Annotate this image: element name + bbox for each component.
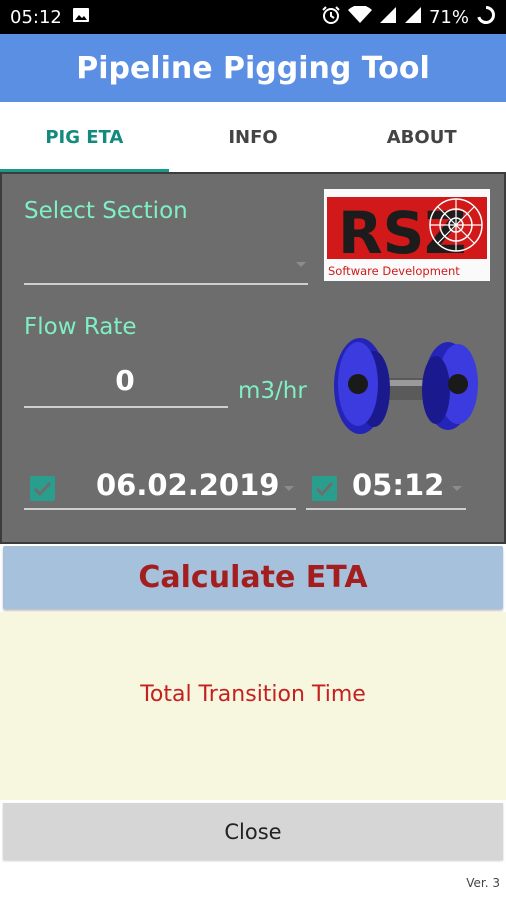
battery-icon bbox=[476, 5, 496, 30]
total-transition-time-label: Total Transition Time bbox=[140, 682, 366, 707]
flow-rate-label: Flow Rate bbox=[24, 314, 137, 340]
app-title: Pipeline Pigging Tool bbox=[76, 50, 430, 86]
alarm-icon bbox=[321, 5, 341, 30]
date-dropdown-caret-icon bbox=[284, 486, 294, 491]
status-bar: 05:12 71% bbox=[0, 0, 506, 34]
tab-bar: PIG ETA INFO ABOUT bbox=[0, 102, 506, 172]
time-dropdown-caret-icon bbox=[452, 486, 462, 491]
wifi-icon bbox=[347, 4, 372, 29]
status-time: 05:12 bbox=[10, 6, 62, 28]
tab-pig-eta[interactable]: PIG ETA bbox=[0, 102, 169, 172]
company-logo: RSZ Software Development bbox=[324, 189, 490, 281]
app-bar: Pipeline Pigging Tool bbox=[0, 34, 506, 102]
flow-rate-underline bbox=[24, 406, 228, 408]
section-dropdown[interactable] bbox=[24, 244, 310, 285]
result-panel: Total Transition Time bbox=[0, 612, 506, 800]
signal-icon bbox=[404, 6, 422, 29]
date-value: 06.02.2019 bbox=[96, 468, 280, 502]
tab-info[interactable]: INFO bbox=[169, 102, 338, 172]
flow-rate-input[interactable]: 0 bbox=[24, 364, 230, 410]
version-label: Ver. 3 bbox=[466, 876, 500, 890]
close-button[interactable]: Close bbox=[3, 803, 503, 860]
logo-caption: Software Development bbox=[328, 264, 460, 278]
date-underline bbox=[24, 508, 296, 510]
time-underline bbox=[306, 508, 466, 510]
calculate-eta-button[interactable]: Calculate ETA bbox=[3, 546, 503, 609]
flow-rate-unit: m3/hr bbox=[238, 378, 307, 404]
select-section-label: Select Section bbox=[24, 198, 188, 224]
time-value: 05:12 bbox=[352, 468, 445, 502]
tab-about[interactable]: ABOUT bbox=[337, 102, 506, 172]
time-picker[interactable]: 05:12 bbox=[306, 464, 466, 510]
battery-percent: 71% bbox=[428, 6, 469, 28]
input-panel: Select Section RSZ Software Development … bbox=[0, 172, 506, 544]
section-underline bbox=[24, 283, 308, 285]
section-dropdown-caret-icon bbox=[296, 262, 306, 267]
pig-image bbox=[330, 334, 486, 444]
signal-icon bbox=[379, 6, 397, 29]
image-icon bbox=[72, 7, 90, 28]
date-picker[interactable]: 06.02.2019 bbox=[24, 464, 296, 510]
flow-rate-value: 0 bbox=[115, 364, 135, 397]
